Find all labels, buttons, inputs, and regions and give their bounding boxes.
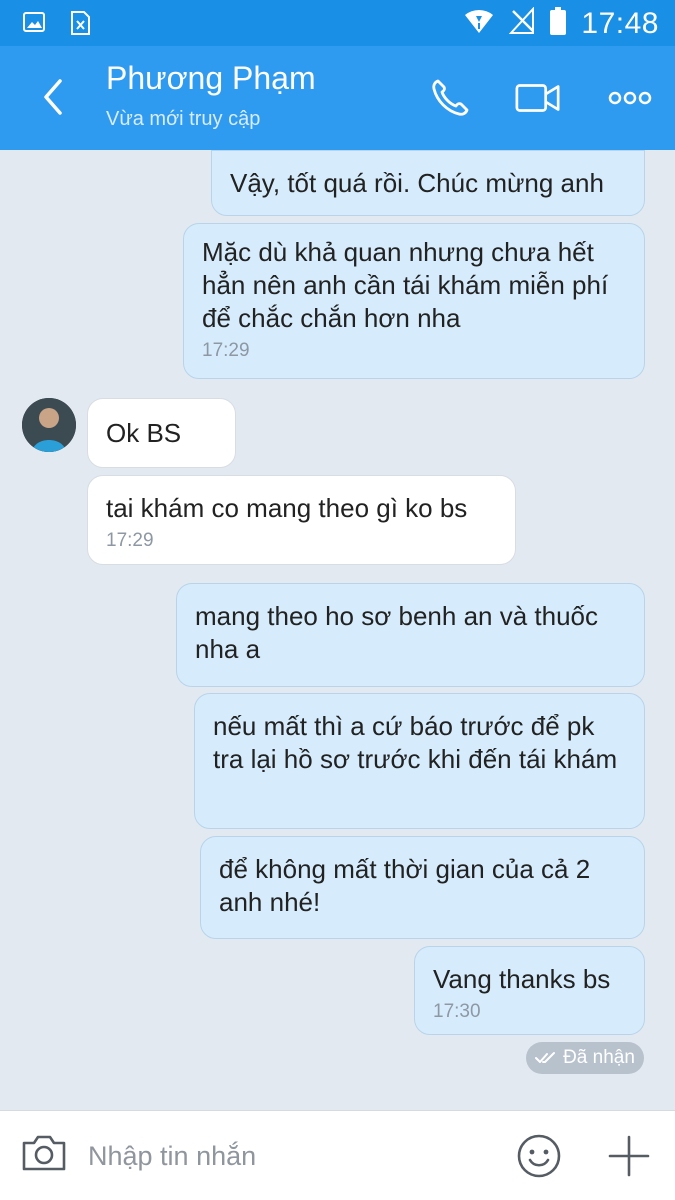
image-icon (22, 10, 46, 41)
message-text: Ok BS (106, 418, 182, 448)
message-time: 17:29 (202, 340, 250, 361)
video-camera-icon (515, 84, 560, 112)
sim-error-icon (68, 10, 92, 41)
call-button[interactable] (426, 74, 474, 122)
message-text: Vang thanks bs (433, 964, 611, 994)
camera-button[interactable] (20, 1133, 70, 1177)
video-call-button[interactable] (514, 74, 562, 122)
message-text: tai khám co mang theo gì ko bs (106, 493, 468, 523)
status-bar: 17:48 (0, 0, 675, 46)
message-time: 17:30 (433, 1001, 481, 1022)
contact-name[interactable]: Phương Phạm (106, 60, 316, 97)
message-bubble-outgoing[interactable]: Mặc dù khả quan nhưng chưa hết hẳn nên a… (183, 223, 645, 379)
message-input[interactable] (88, 1133, 488, 1179)
message-text: mang theo ho sơ benh an và thuốc nha a (195, 601, 598, 664)
message-bubble-outgoing[interactable]: mang theo ho sơ benh an và thuốc nha a (176, 583, 645, 687)
more-options-icon (608, 91, 652, 105)
receipt-label: Đã nhận (563, 1047, 635, 1068)
message-text: nếu mất thì a cứ báo trước để pk tra lại… (213, 711, 618, 774)
message-bubble-outgoing[interactable]: Vậy, tốt quá rồi. Chúc mừng anh (211, 150, 645, 216)
message-text: Mặc dù khả quan nhưng chưa hết hẳn nên a… (202, 237, 609, 333)
no-signal-icon (509, 6, 535, 40)
message-text: Vậy, tốt quá rồi. Chúc mừng anh (230, 168, 604, 198)
message-bubble-outgoing[interactable]: để không mất thời gian của cả 2 anh nhé! (200, 836, 645, 939)
avatar[interactable] (22, 398, 76, 452)
delivery-receipt: Đã nhận (526, 1042, 644, 1074)
back-button[interactable] (28, 72, 78, 122)
battery-icon (549, 6, 567, 41)
message-list[interactable]: Vậy, tốt quá rồi. Chúc mừng anh Mặc dù k… (0, 150, 675, 1110)
message-text: để không mất thời gian của cả 2 anh nhé! (219, 854, 591, 917)
more-options-button[interactable] (606, 74, 654, 122)
wifi-icon (463, 7, 495, 40)
plus-icon (608, 1135, 650, 1177)
emoji-icon (517, 1134, 561, 1178)
phone-icon (432, 79, 469, 116)
contact-status: Vừa mới truy cập (106, 108, 261, 130)
camera-icon (22, 1135, 66, 1171)
message-bubble-incoming[interactable]: Ok BS (87, 398, 236, 468)
add-attachment-button[interactable] (606, 1133, 654, 1181)
double-check-icon (535, 1052, 556, 1063)
chat-header: Phương Phạm Vừa mới truy cập (0, 46, 675, 150)
message-bubble-outgoing[interactable]: nếu mất thì a cứ báo trước để pk tra lại… (194, 693, 645, 829)
clock: 17:48 (581, 6, 659, 40)
emoji-button[interactable] (516, 1133, 564, 1181)
back-arrow-icon (44, 79, 62, 115)
message-bubble-incoming[interactable]: tai khám co mang theo gì ko bs 17:29 (87, 475, 516, 565)
message-bubble-outgoing[interactable]: Vang thanks bs 17:30 (414, 946, 645, 1035)
message-composer (0, 1110, 675, 1200)
message-time: 17:29 (106, 530, 154, 551)
